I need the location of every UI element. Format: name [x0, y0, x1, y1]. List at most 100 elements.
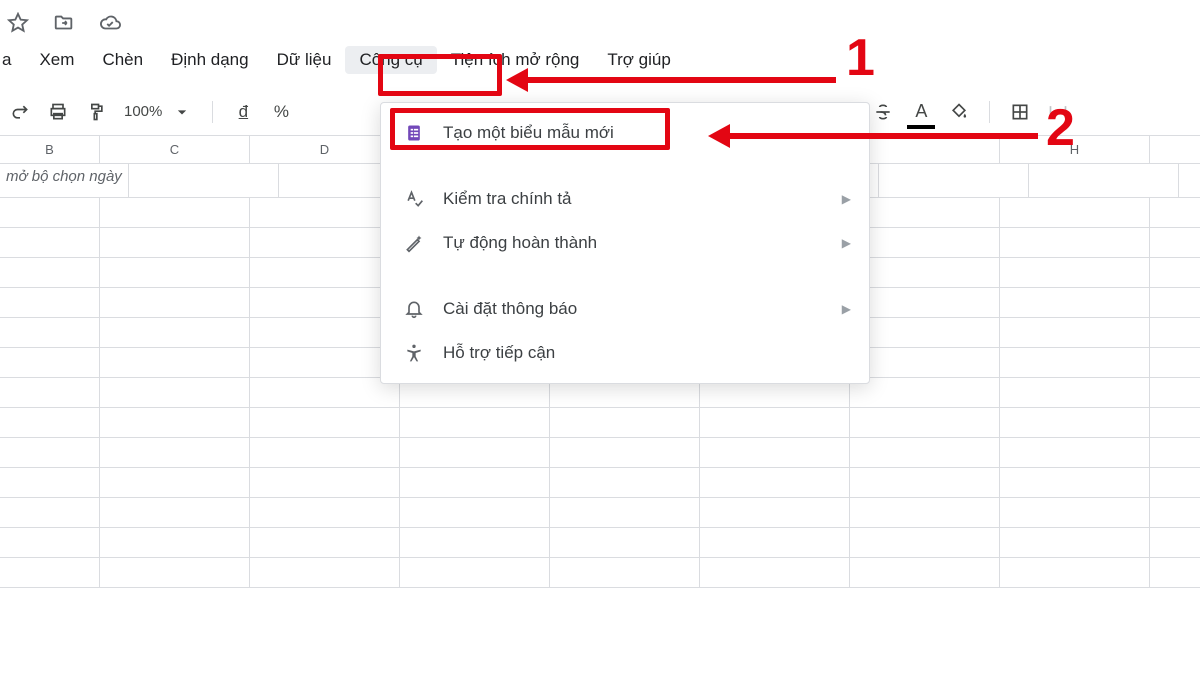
- cell[interactable]: [250, 408, 400, 437]
- cell[interactable]: [1000, 258, 1150, 287]
- cell[interactable]: [850, 198, 1000, 227]
- cell[interactable]: [1150, 348, 1200, 377]
- cell[interactable]: [100, 558, 250, 587]
- menu-item-chèn[interactable]: Chèn: [88, 46, 157, 74]
- menu-item-dữ-liệu[interactable]: Dữ liệu: [263, 46, 346, 74]
- cell[interactable]: [400, 558, 550, 587]
- cell[interactable]: [100, 288, 250, 317]
- cell[interactable]: [0, 378, 100, 407]
- text-color-button[interactable]: A: [905, 96, 937, 128]
- cell[interactable]: [550, 438, 700, 467]
- cell[interactable]: [550, 558, 700, 587]
- cell[interactable]: [850, 228, 1000, 257]
- cell[interactable]: [1150, 318, 1200, 347]
- redo-icon[interactable]: [4, 96, 36, 128]
- cell[interactable]: [1150, 228, 1200, 257]
- cell[interactable]: [879, 164, 1029, 197]
- cell[interactable]: [250, 228, 400, 257]
- cell[interactable]: [1000, 468, 1150, 497]
- cell[interactable]: [100, 468, 250, 497]
- cell[interactable]: [250, 468, 400, 497]
- cell[interactable]: [400, 408, 550, 437]
- cell[interactable]: [100, 528, 250, 557]
- cell[interactable]: [850, 438, 1000, 467]
- column-header[interactable]: C: [100, 136, 250, 163]
- percent-format-button[interactable]: %: [265, 96, 297, 128]
- cell[interactable]: mở bộ chọn ngày: [0, 164, 129, 197]
- cell[interactable]: [700, 408, 850, 437]
- column-header[interactable]: B: [0, 136, 100, 163]
- cell[interactable]: [250, 288, 400, 317]
- cell[interactable]: [250, 498, 400, 527]
- cell[interactable]: [250, 198, 400, 227]
- cell[interactable]: [0, 438, 100, 467]
- column-header[interactable]: H: [1000, 136, 1150, 163]
- cell[interactable]: [700, 468, 850, 497]
- cell[interactable]: [1150, 438, 1200, 467]
- cell[interactable]: [100, 498, 250, 527]
- zoom-level[interactable]: 100%: [118, 96, 198, 128]
- cell[interactable]: [1000, 498, 1150, 527]
- borders-button[interactable]: [1004, 96, 1036, 128]
- cell[interactable]: [0, 408, 100, 437]
- menu-item-định-dạng[interactable]: Định dạng: [157, 46, 263, 74]
- cell[interactable]: [400, 528, 550, 557]
- merge-cells-button[interactable]: [1042, 96, 1074, 128]
- cell[interactable]: [1150, 558, 1200, 587]
- cell[interactable]: [400, 498, 550, 527]
- cell[interactable]: [1029, 164, 1179, 197]
- cell[interactable]: [850, 318, 1000, 347]
- menu-item-cài-đặt-thông-báo[interactable]: Cài đặt thông báo▶: [381, 287, 869, 331]
- cell[interactable]: [100, 228, 250, 257]
- cell[interactable]: [850, 258, 1000, 287]
- menu-item-hỗ-trợ-tiếp-cận[interactable]: Hỗ trợ tiếp cận: [381, 331, 869, 375]
- cell[interactable]: [100, 258, 250, 287]
- cell[interactable]: [0, 348, 100, 377]
- currency-format-button[interactable]: đ: [227, 96, 259, 128]
- cell[interactable]: [100, 408, 250, 437]
- cell[interactable]: [850, 468, 1000, 497]
- fill-color-button[interactable]: [943, 96, 975, 128]
- cell[interactable]: [550, 408, 700, 437]
- cell[interactable]: [250, 438, 400, 467]
- menu-item-tạo-một-biểu-mẫu-mới[interactable]: Tạo một biểu mẫu mới: [381, 111, 869, 155]
- cell[interactable]: [1150, 528, 1200, 557]
- cell[interactable]: [1000, 528, 1150, 557]
- cloud-saved-icon[interactable]: [98, 11, 122, 35]
- cell[interactable]: [1150, 468, 1200, 497]
- cell[interactable]: [250, 348, 400, 377]
- cell[interactable]: [700, 558, 850, 587]
- cell[interactable]: [850, 348, 1000, 377]
- cell[interactable]: [850, 528, 1000, 557]
- paint-format-icon[interactable]: [80, 96, 112, 128]
- cell[interactable]: [100, 198, 250, 227]
- cell[interactable]: [250, 318, 400, 347]
- cell[interactable]: [1150, 288, 1200, 317]
- cell[interactable]: [850, 288, 1000, 317]
- cell[interactable]: [400, 468, 550, 497]
- cell[interactable]: [250, 528, 400, 557]
- cell[interactable]: [1179, 164, 1200, 197]
- cell[interactable]: [850, 408, 1000, 437]
- menu-item-a[interactable]: a: [0, 46, 25, 74]
- cell[interactable]: [1000, 438, 1150, 467]
- strikethrough-button[interactable]: [867, 96, 899, 128]
- cell[interactable]: [0, 498, 100, 527]
- cell[interactable]: [850, 498, 1000, 527]
- cell[interactable]: [1000, 378, 1150, 407]
- cell[interactable]: [250, 558, 400, 587]
- cell[interactable]: [0, 198, 100, 227]
- cell[interactable]: [0, 468, 100, 497]
- cell[interactable]: [100, 348, 250, 377]
- cell[interactable]: [0, 258, 100, 287]
- cell[interactable]: [1000, 318, 1150, 347]
- star-icon[interactable]: [6, 11, 30, 35]
- cell[interactable]: [1000, 348, 1150, 377]
- cell[interactable]: [1000, 558, 1150, 587]
- print-icon[interactable]: [42, 96, 74, 128]
- menu-item-tự-động-hoàn-thành[interactable]: Tự động hoàn thành▶: [381, 221, 869, 265]
- move-to-folder-icon[interactable]: [52, 11, 76, 35]
- menu-item-tiện-ích-mở-rộng[interactable]: Tiện ích mở rộng: [437, 46, 594, 74]
- cell[interactable]: [1150, 408, 1200, 437]
- cell[interactable]: [850, 378, 1000, 407]
